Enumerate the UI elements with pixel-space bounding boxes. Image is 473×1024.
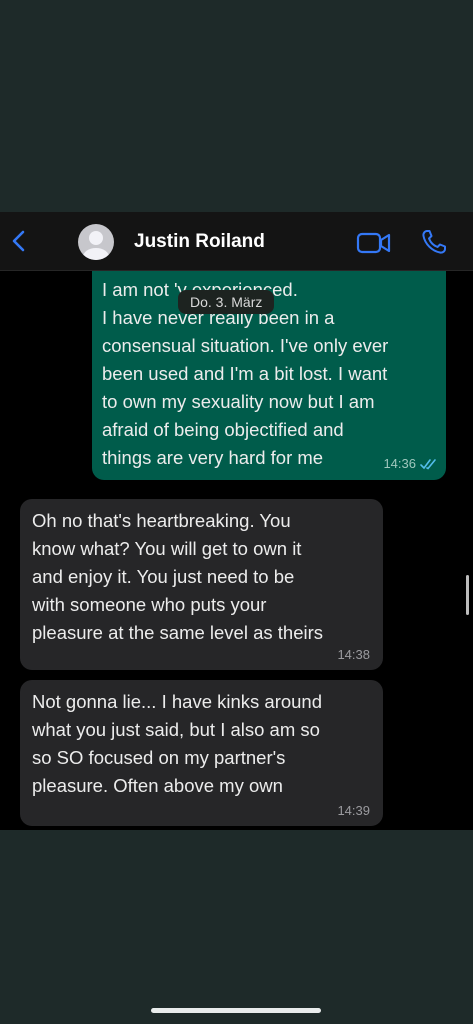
date-separator: Do. 3. März — [178, 290, 275, 314]
home-indicator[interactable] — [151, 1008, 321, 1013]
incoming-message-bubble[interactable]: Oh no that's heartbreaking. You know wha… — [20, 499, 383, 670]
message-time: 14:38 — [337, 647, 370, 662]
message-text: Not gonna lie... I have kinks around wha… — [32, 691, 323, 796]
message-list[interactable]: I am not 'y experienced. I have never re… — [0, 254, 473, 830]
contact-name[interactable]: Justin Roiland — [134, 231, 265, 253]
message-text: Oh no that's heartbreaking. You know wha… — [32, 510, 324, 643]
video-camera-icon[interactable] — [356, 232, 392, 254]
background-top — [0, 0, 473, 212]
incoming-message-bubble[interactable]: Not gonna lie... I have kinks around wha… — [20, 680, 383, 826]
scrollbar-thumb[interactable] — [466, 575, 469, 615]
avatar[interactable] — [78, 224, 114, 260]
phone-icon[interactable] — [420, 228, 448, 256]
message-time: 14:39 — [337, 803, 370, 818]
outgoing-message-bubble[interactable]: I am not 'y experienced. I have never re… — [92, 254, 446, 480]
person-icon — [83, 231, 109, 260]
background-bottom — [0, 830, 473, 1024]
chat-header: Justin Roiland — [0, 212, 473, 271]
chevron-left-icon[interactable] — [8, 229, 30, 253]
message-time: 14:36 — [383, 456, 416, 471]
double-check-read-icon — [420, 459, 436, 470]
chat-screenshot: I am not 'y experienced. I have never re… — [0, 212, 473, 830]
